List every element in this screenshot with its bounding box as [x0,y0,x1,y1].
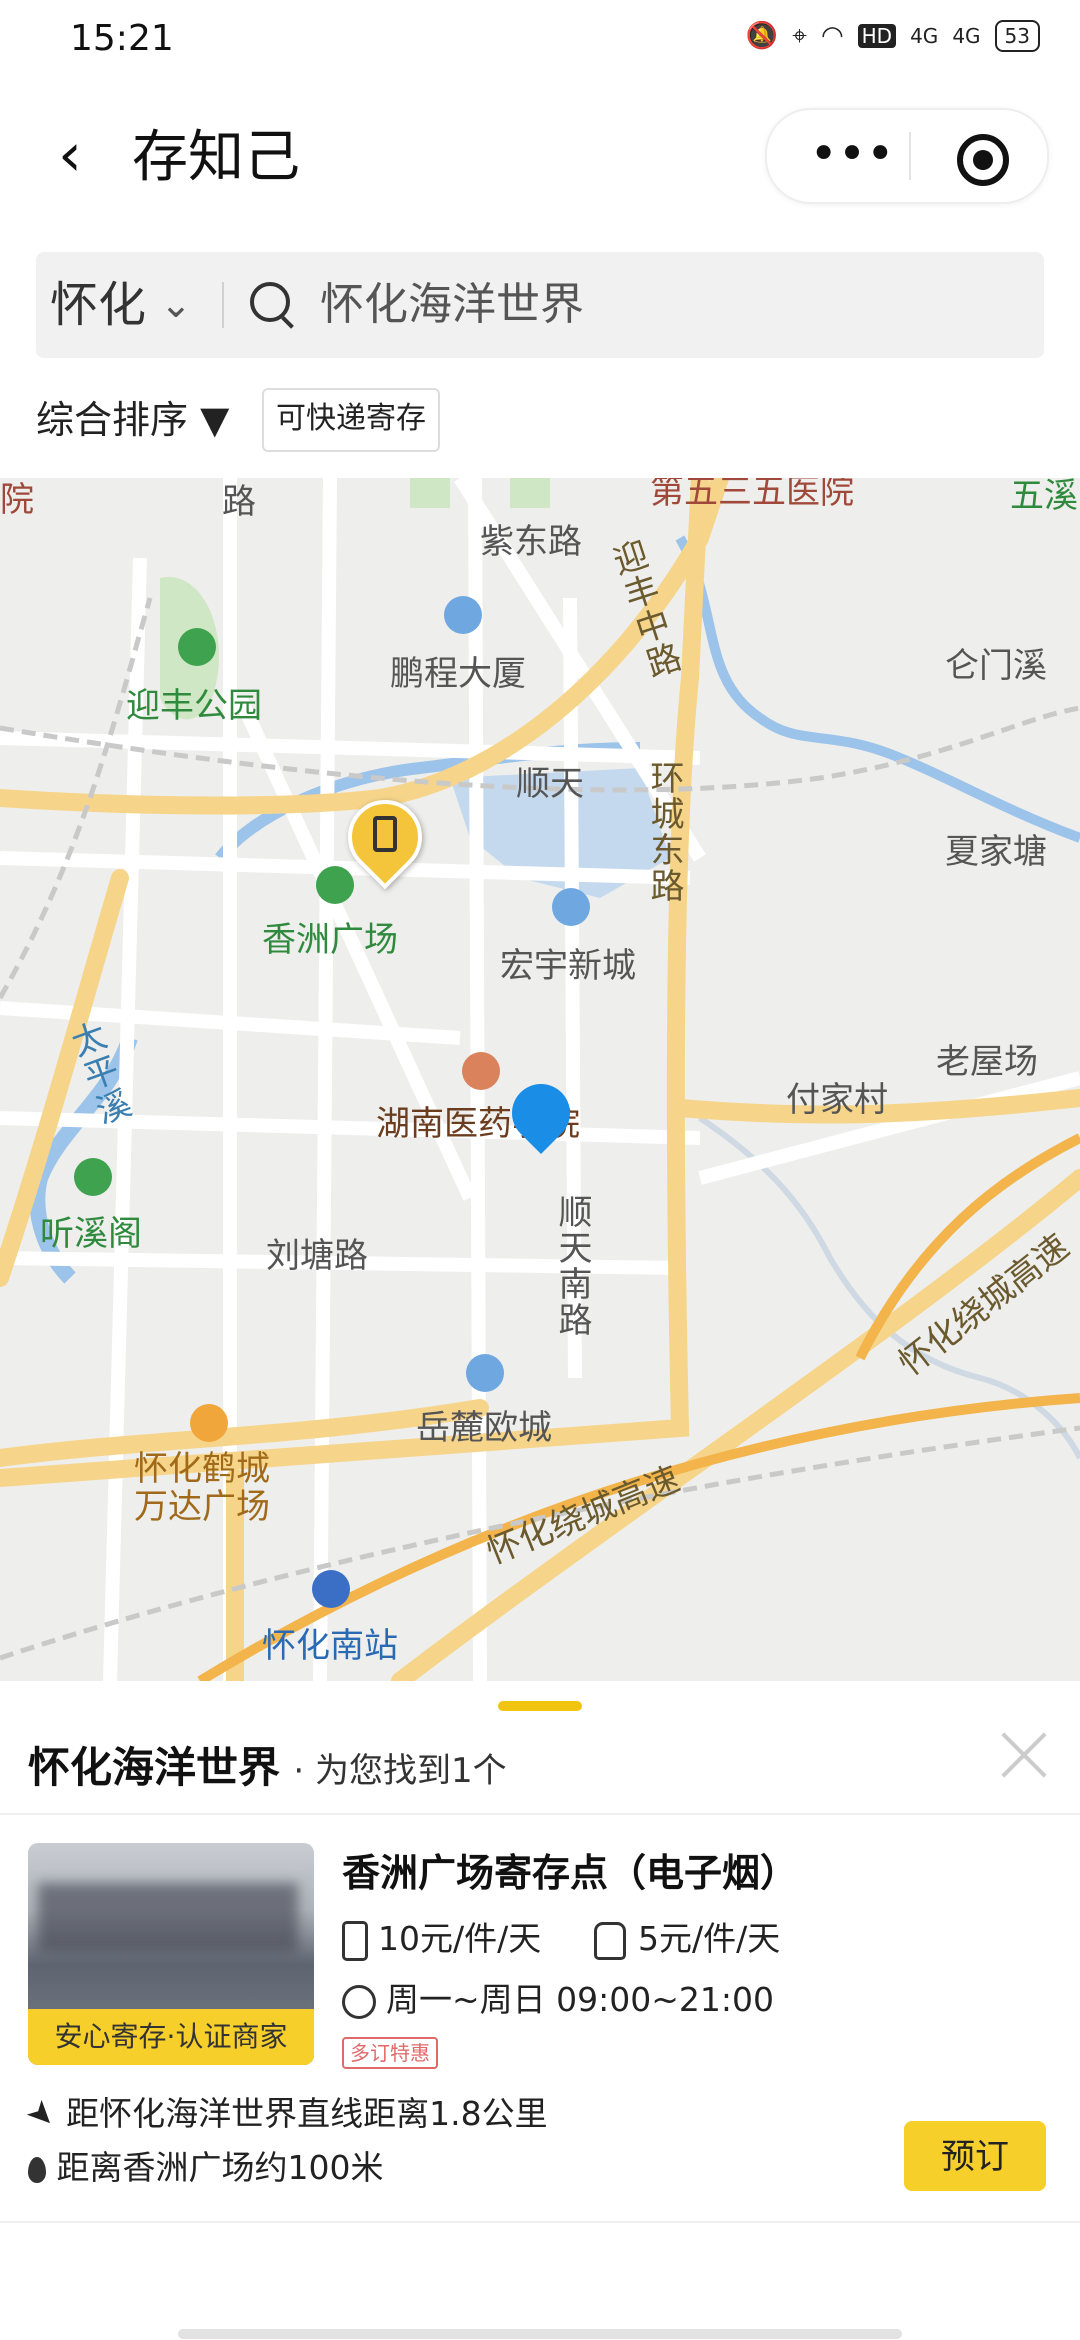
results-sheet: 怀化海洋世界 · 为您找到1个 安心寄存·认证商家 香洲广场寄存点（电子烟） 1… [0,1681,1080,2340]
status-bar: 15:21 🔕 ⌖ ◠ HD 4G 4G 53 [0,0,1080,80]
residential-icon [552,888,590,926]
distance-line: ➤ 距怀化海洋世界直线距离1.8公里 [19,2089,548,2139]
distance-text: 距怀化海洋世界直线距离1.8公里 [66,2094,548,2133]
signal-4g-icon-2: 4G [952,24,981,48]
map-view[interactable]: 院 路 第五三五医院 五溪 紫东路 鹏程大厦 迎丰中路 仑门溪 迎丰公园 顺天 … [0,478,1080,1681]
park-icon [178,628,216,666]
status-icons: 🔕 ⌖ ◠ HD 4G 4G 53 [746,20,1040,52]
battery-icon: 53 [994,20,1040,52]
store-thumbnail[interactable]: 安心寄存·认证商家 [28,1843,314,2065]
search-input[interactable]: 怀化海洋世界 [320,270,584,340]
page-title: 存知己 [132,125,300,190]
map-label-top-road: 路 [222,482,256,522]
map-label-xiangzhou-square: 香洲广场 [262,920,398,960]
gesture-bar[interactable] [178,2329,902,2339]
sheet-drag-handle[interactable] [498,1701,582,1711]
location-icon: ⌖ [792,20,807,51]
express-storage-filter[interactable]: 可快递寄存 [262,388,440,452]
results-keyword: 怀化海洋世界 [28,1743,281,1792]
more-button[interactable]: ••• [807,110,897,202]
opening-hours-text: 周一~周日 09:00~21:00 [386,1980,774,2019]
book-button[interactable]: 预订 [904,2121,1046,2191]
promo-tag: 多订特惠 [342,2037,438,2069]
map-label-hospital-top: 第五三五医院 [650,478,854,512]
residential-icon-2 [466,1354,504,1392]
luggage-price-text: 10元/件/天 [378,1919,542,1958]
building-icon [444,596,482,634]
mall-icon [190,1404,228,1442]
store-name[interactable]: 香洲广场寄存点（电子烟） [342,1843,798,1903]
results-count: · 为您找到1个 [293,1751,507,1791]
map-label-laowuchang: 老屋场 [936,1042,1038,1082]
location-pin-icon [28,2156,46,2183]
map-label-top-left: 院 [0,480,34,520]
navigation-arrow-icon: ➤ [18,2090,66,2138]
clock-icon [342,1984,376,2019]
certified-badge: 安心寄存·认证商家 [28,2009,314,2065]
map-label-liutang-road: 刘塘路 [266,1236,368,1276]
luggage-price: 10元/件/天 [342,1913,541,1965]
capsule-divider [909,132,911,180]
nearby-line: 距离香洲广场约100米 [28,2143,384,2193]
store-photo-blur [38,1883,298,1953]
map-label-yuelu: 岳麓欧城 [416,1408,552,1448]
map-label-yingfeng-park: 迎丰公园 [126,686,262,726]
backpack-icon [594,1921,626,1960]
search-bar: 怀化 ⌄ 怀化海洋世界 [36,252,1044,358]
miniprogram-capsule: ••• [765,108,1049,204]
opening-hours: 周一~周日 09:00~21:00 [342,1974,774,2026]
close-sheet-icon[interactable] [996,1727,1052,1783]
luggage-pin-glyph-icon [373,816,397,852]
map-label-wanda: 怀化鹤城万达广场 [134,1449,270,1527]
scenic-icon [74,1158,112,1196]
train-station-icon [312,1570,350,1608]
sheet-divider [0,1813,1080,1815]
map-label-pengcheng: 鹏程大厦 [390,654,526,694]
status-time: 15:21 [70,18,174,59]
search-divider [222,282,224,328]
map-label-xiajiatang: 夏家塘 [945,832,1047,872]
chevron-down-icon[interactable]: ⌄ [160,274,192,334]
hd-icon: HD [857,24,897,48]
square-park-icon [316,866,354,904]
sort-dropdown[interactable]: 综合排序 ▼ [36,392,229,448]
luggage-icon [342,1920,368,1961]
map-label-zidong-road: 紫东路 [480,522,582,562]
school-icon [462,1052,500,1090]
map-label-wuxi: 五溪 [1010,478,1078,516]
map-label-shuntian: 顺天 [516,764,584,804]
wifi-icon: ◠ [820,21,844,51]
bottom-divider [0,2221,1080,2223]
signal-4g-icon: 4G [910,24,939,48]
map-label-south-station: 怀化南站 [262,1626,398,1666]
bag-price-text: 5元/件/天 [638,1919,781,1958]
search-icon [250,282,290,322]
map-label-fujiacun: 付家村 [786,1080,888,1120]
map-label-huancheng-east: 环城东路 [644,760,684,904]
close-target-icon[interactable] [957,134,1009,186]
map-label-tingxige: 听溪阁 [40,1214,142,1254]
bag-price: 5元/件/天 [594,1913,780,1965]
map-label-shuntian-south: 顺天南路 [552,1194,592,1338]
map-label-hongyu: 宏宇新城 [500,946,636,986]
mute-bell-icon: 🔕 [745,21,779,51]
map-label-cangmenxi: 仑门溪 [945,646,1047,686]
nearby-text: 距离香洲广场约100米 [56,2148,384,2187]
title-bar: ‹ 存知己 ••• [0,80,1080,230]
city-selector[interactable]: 怀化 [50,270,146,340]
back-button[interactable]: ‹ [40,120,100,190]
results-heading: 怀化海洋世界 · 为您找到1个 [28,1733,507,1806]
